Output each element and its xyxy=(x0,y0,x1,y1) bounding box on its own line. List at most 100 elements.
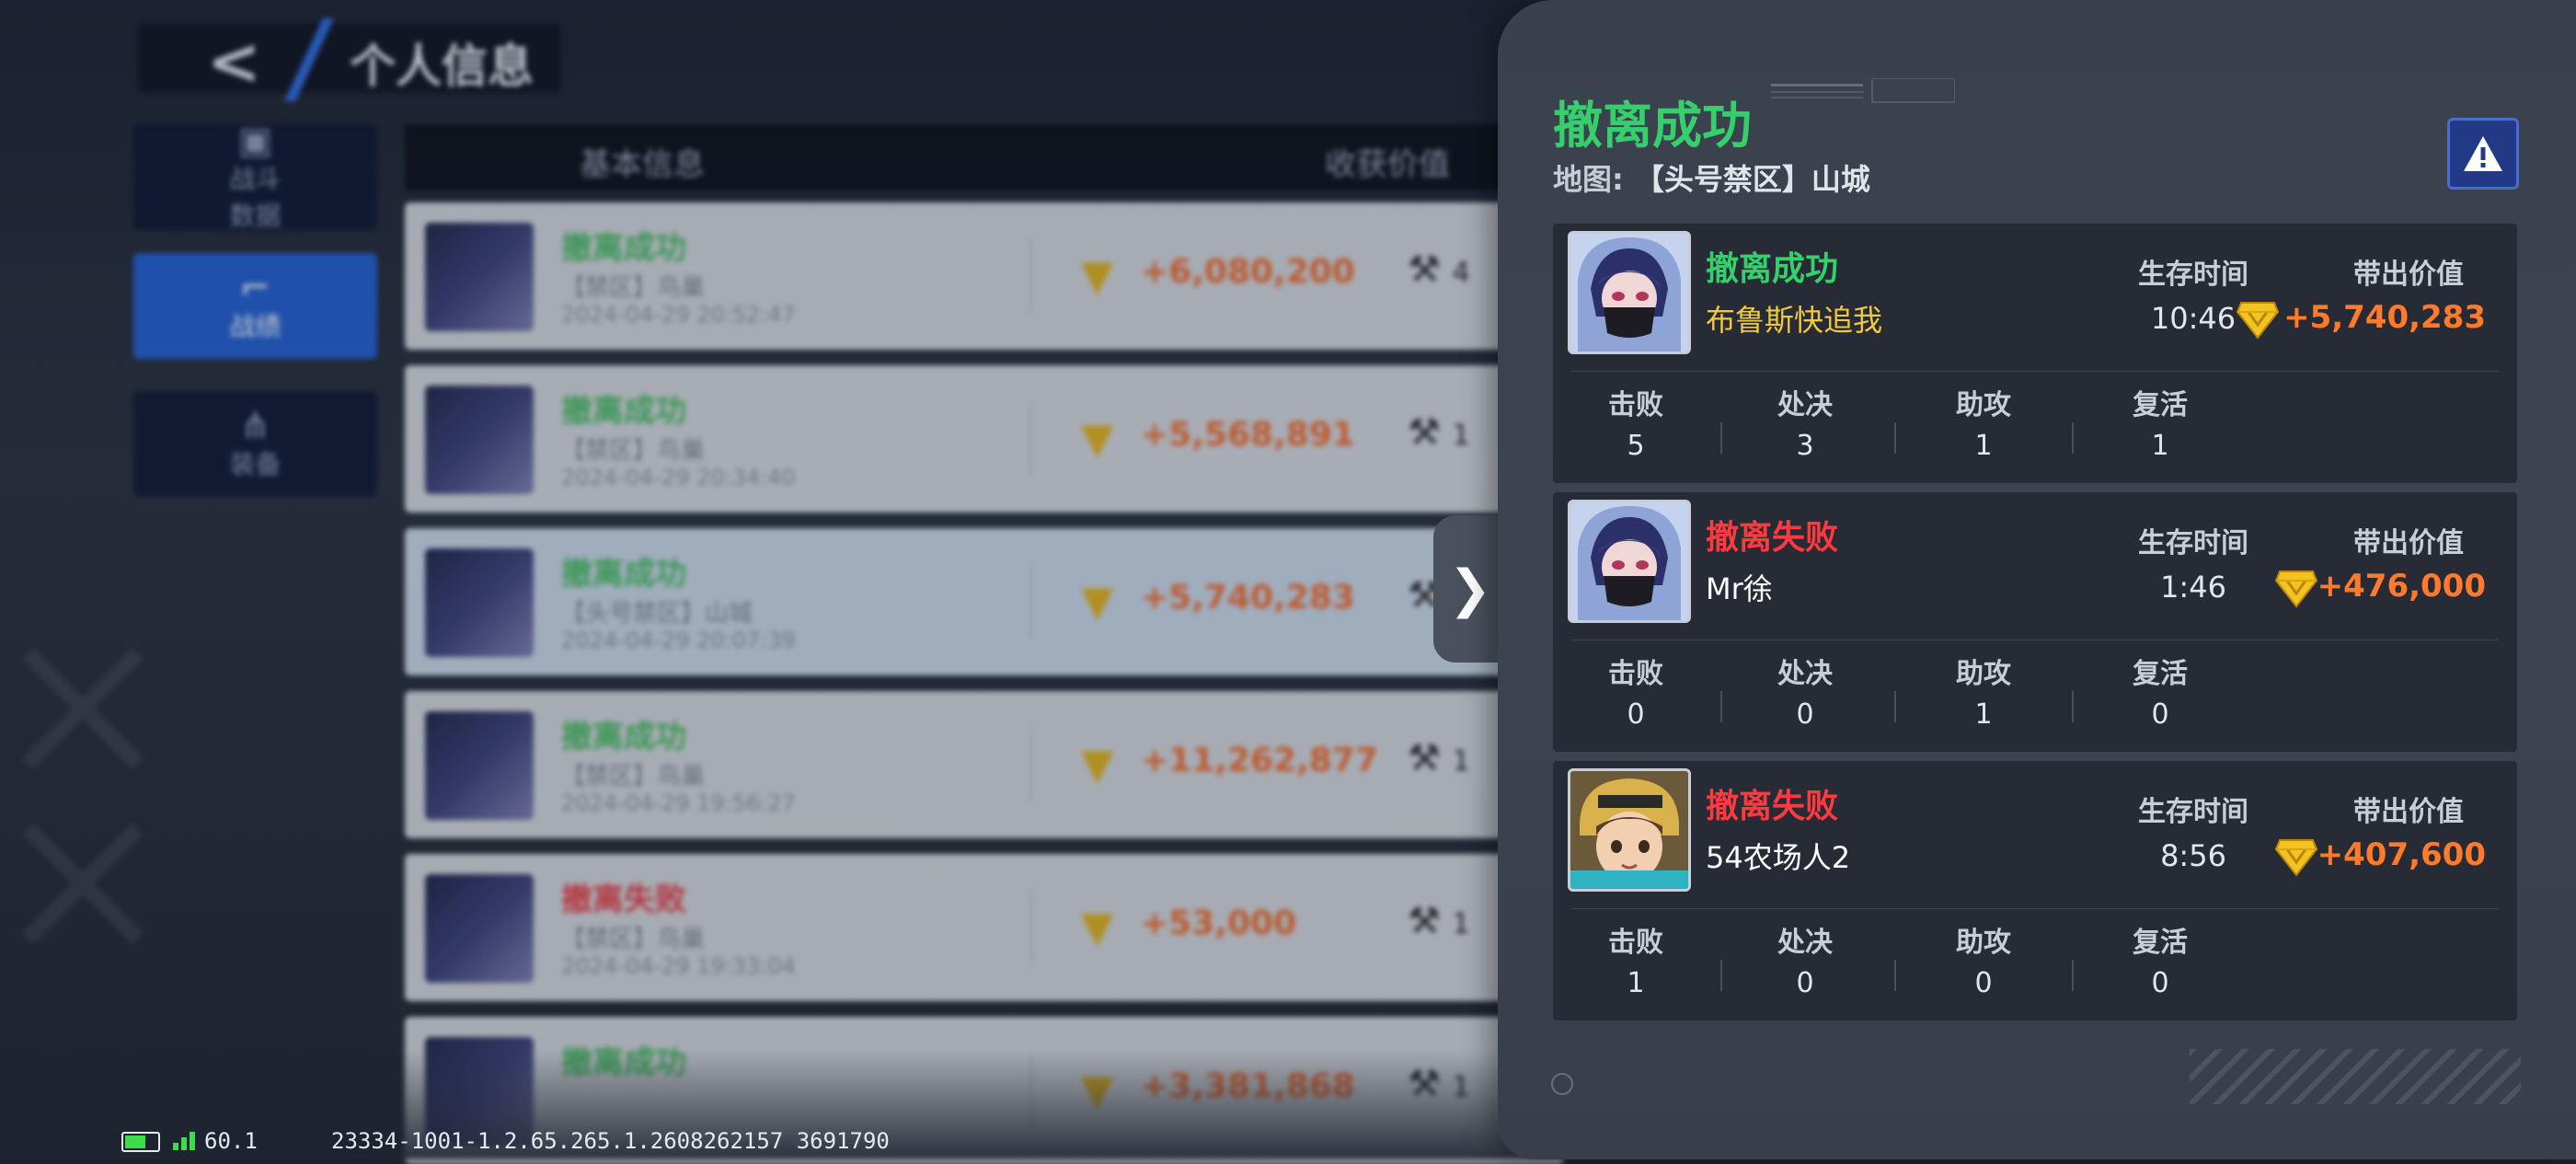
weapon-icon: ⚒ 1 xyxy=(1408,900,1470,942)
title-deco-lines xyxy=(1771,78,1955,103)
stat-value: 1 xyxy=(2151,430,2169,462)
table-row[interactable]: 撤离成功【禁区】鸟巢 2024-04-29 20:34:40 ▼ +5,568,891… xyxy=(405,365,1564,513)
survive-time-label: 生存时间 xyxy=(2138,259,2248,291)
chevron-right-icon: ❯ xyxy=(1448,559,1492,619)
table-row[interactable]: 撤离成功【禁区】鸟巢 2024-04-29 19:56:27 ▼ +11,262,87… xyxy=(405,691,1564,838)
row-map: 【禁区】鸟巢 xyxy=(561,763,706,790)
player-name: 54农场人2 xyxy=(1706,840,1851,875)
system-status-bar: 60.1 23334-1001-1.2.65.265.1.2608262157 … xyxy=(0,1126,2576,1159)
table-header-basic: 基本信息 xyxy=(580,146,705,183)
table-header: 基本信息 收获价值 xyxy=(405,124,1564,190)
map-info: 地图: 【头号禁区】山城 xyxy=(1553,156,1870,199)
card-divider xyxy=(1571,371,2499,372)
network-icon: ⋔ xyxy=(239,404,271,447)
stat-label: 击败 xyxy=(1608,389,1663,421)
survive-time-label: 生存时间 xyxy=(2138,527,2248,559)
stat-value: 1 xyxy=(1974,430,1993,462)
player-name: Mr徐 xyxy=(1706,571,1773,606)
stat-value: 0 xyxy=(2151,698,2169,731)
table-row[interactable]: 撤离成功 【头号禁区】山城 2024-04-29 20:07:39 ▼ +5,740,2… xyxy=(405,528,1564,675)
avatar xyxy=(425,711,534,820)
row-status: 撤离成功 xyxy=(561,393,686,430)
sidebar-item-label: 装备 xyxy=(229,448,282,479)
panel-toggle-button[interactable]: ❯ xyxy=(1433,515,1507,663)
row-datetime: 2024-04-29 20:34:40 xyxy=(561,465,796,490)
table-row[interactable]: 撤离成功 【禁区】鸟巢 2024-04-29 20:52:47 ▼ +6,080,200… xyxy=(405,202,1564,350)
player-avatar[interactable] xyxy=(1568,768,1691,892)
sidebar-item-battle-data[interactable]: ▣ 战斗 数据 xyxy=(133,122,377,231)
avatar xyxy=(425,386,534,494)
row-datetime: 2024-04-29 20:07:39 xyxy=(561,628,796,653)
carry-value-label: 带出价值 xyxy=(2353,259,2464,291)
survive-time-label: 生存时间 xyxy=(2138,796,2248,828)
player-card[interactable]: 撤离成功 布鲁斯快追我 生存时间 10:46 带出价值 +5,740,283 击败 5 处决 3 助… xyxy=(1553,224,2517,483)
gem-icon xyxy=(2274,566,2318,608)
sidebar-item-record[interactable]: ⌐ 战绩 xyxy=(133,253,377,359)
row-value: +5,568,891 xyxy=(1141,416,1355,454)
row-status: 撤离成功 xyxy=(561,719,686,755)
sidebar-item-equipment[interactable]: ⋔ 装备 xyxy=(133,391,377,497)
avatar xyxy=(425,548,534,657)
stat-label: 处决 xyxy=(1777,389,1833,421)
build-info: 23334-1001-1.2.65.265.1.2608262157 36917… xyxy=(331,1128,890,1154)
report-button[interactable] xyxy=(2447,118,2519,190)
stat-revives: 复活 0 xyxy=(2073,651,2248,731)
row-kills: 1 xyxy=(1452,420,1470,452)
stat-revives: 复活 1 xyxy=(2073,382,2248,462)
player-avatar[interactable] xyxy=(1568,500,1691,623)
player-card[interactable]: 撤离失败 Mr徐 生存时间 1:46 带出价值 +476,000 击败 0 处决 0 助攻 1 复活 0 xyxy=(1553,492,2517,752)
stat-label: 击败 xyxy=(1608,658,1663,690)
stat-value: 0 xyxy=(1796,698,1814,731)
row-value: +11,262,877 xyxy=(1141,742,1378,779)
row-kills: 1 xyxy=(1452,908,1470,940)
stat-value: 5 xyxy=(1627,430,1645,462)
gem-icon: ▼ xyxy=(1081,250,1114,300)
gem-icon xyxy=(2274,835,2318,877)
player-card[interactable]: 撤离失败 54农场人2 生存时间 8:56 带出价值 +407,600 击败 1 处决 0 助攻 0 复… xyxy=(1553,761,2517,1020)
player-status: 撤离失败 xyxy=(1706,519,1839,557)
row-status: 撤离成功 xyxy=(561,230,686,267)
row-map: 【头号禁区】山城 xyxy=(561,600,753,628)
player-avatar[interactable] xyxy=(1568,231,1691,354)
row-divider xyxy=(1030,728,1032,801)
panel-title: 撤离成功 xyxy=(1553,97,1752,155)
gem-icon: ▼ xyxy=(1081,413,1114,463)
row-value: +6,080,200 xyxy=(1141,253,1355,291)
row-map: 【禁区】鸟巢 xyxy=(561,926,706,953)
hatch-decoration xyxy=(2190,1049,2521,1104)
stat-value: 0 xyxy=(1627,698,1645,731)
fps-counter: 60.1 xyxy=(204,1128,258,1154)
stat-label: 复活 xyxy=(2133,927,2188,959)
row-datetime: 2024-04-29 20:52:47 xyxy=(561,302,796,328)
stat-label: 复活 xyxy=(2133,658,2188,690)
stat-value: 0 xyxy=(1974,967,1993,999)
gem-icon: ▼ xyxy=(1081,902,1114,951)
stat-kills: 击败 1 xyxy=(1548,919,1723,999)
card-divider xyxy=(1571,908,2499,909)
background-cross-decoration xyxy=(21,647,144,945)
stat-label: 处决 xyxy=(1777,927,1833,959)
row-status: 撤离失败 xyxy=(561,882,686,918)
table-header-value: 收获价值 xyxy=(1325,146,1450,183)
row-map: 【禁区】鸟巢 xyxy=(561,437,706,465)
warning-icon xyxy=(2464,136,2502,171)
signal-bars-icon xyxy=(173,1132,195,1150)
row-datetime: 2024-04-29 19:56:27 xyxy=(561,790,796,816)
gun-icon: ⌐ xyxy=(239,266,271,309)
stat-kills: 击败 5 xyxy=(1548,382,1723,462)
stat-executions: 处决 0 xyxy=(1718,651,1892,731)
stat-value: 3 xyxy=(1796,430,1814,462)
table-row[interactable]: 撤离失败 【禁区】鸟巢 2024-04-29 19:33:04 ▼ +53,000 ⚒ 1 xyxy=(405,854,1564,1001)
page-title: 个人信息 xyxy=(350,40,534,93)
carry-value: +5,740,283 xyxy=(2283,299,2486,336)
map-label: 地图: xyxy=(1553,162,1624,197)
stat-value: 0 xyxy=(2151,967,2169,999)
player-status: 撤离成功 xyxy=(1706,250,1839,288)
stat-label: 击败 xyxy=(1608,927,1663,959)
stat-label: 助攻 xyxy=(1956,389,2011,421)
stat-label: 助攻 xyxy=(1956,927,2011,959)
gem-icon xyxy=(2236,297,2280,340)
player-name: 布鲁斯快追我 xyxy=(1706,303,1883,338)
gem-icon: ▼ xyxy=(1081,739,1114,789)
back-arrow-icon[interactable]: < xyxy=(207,29,261,94)
